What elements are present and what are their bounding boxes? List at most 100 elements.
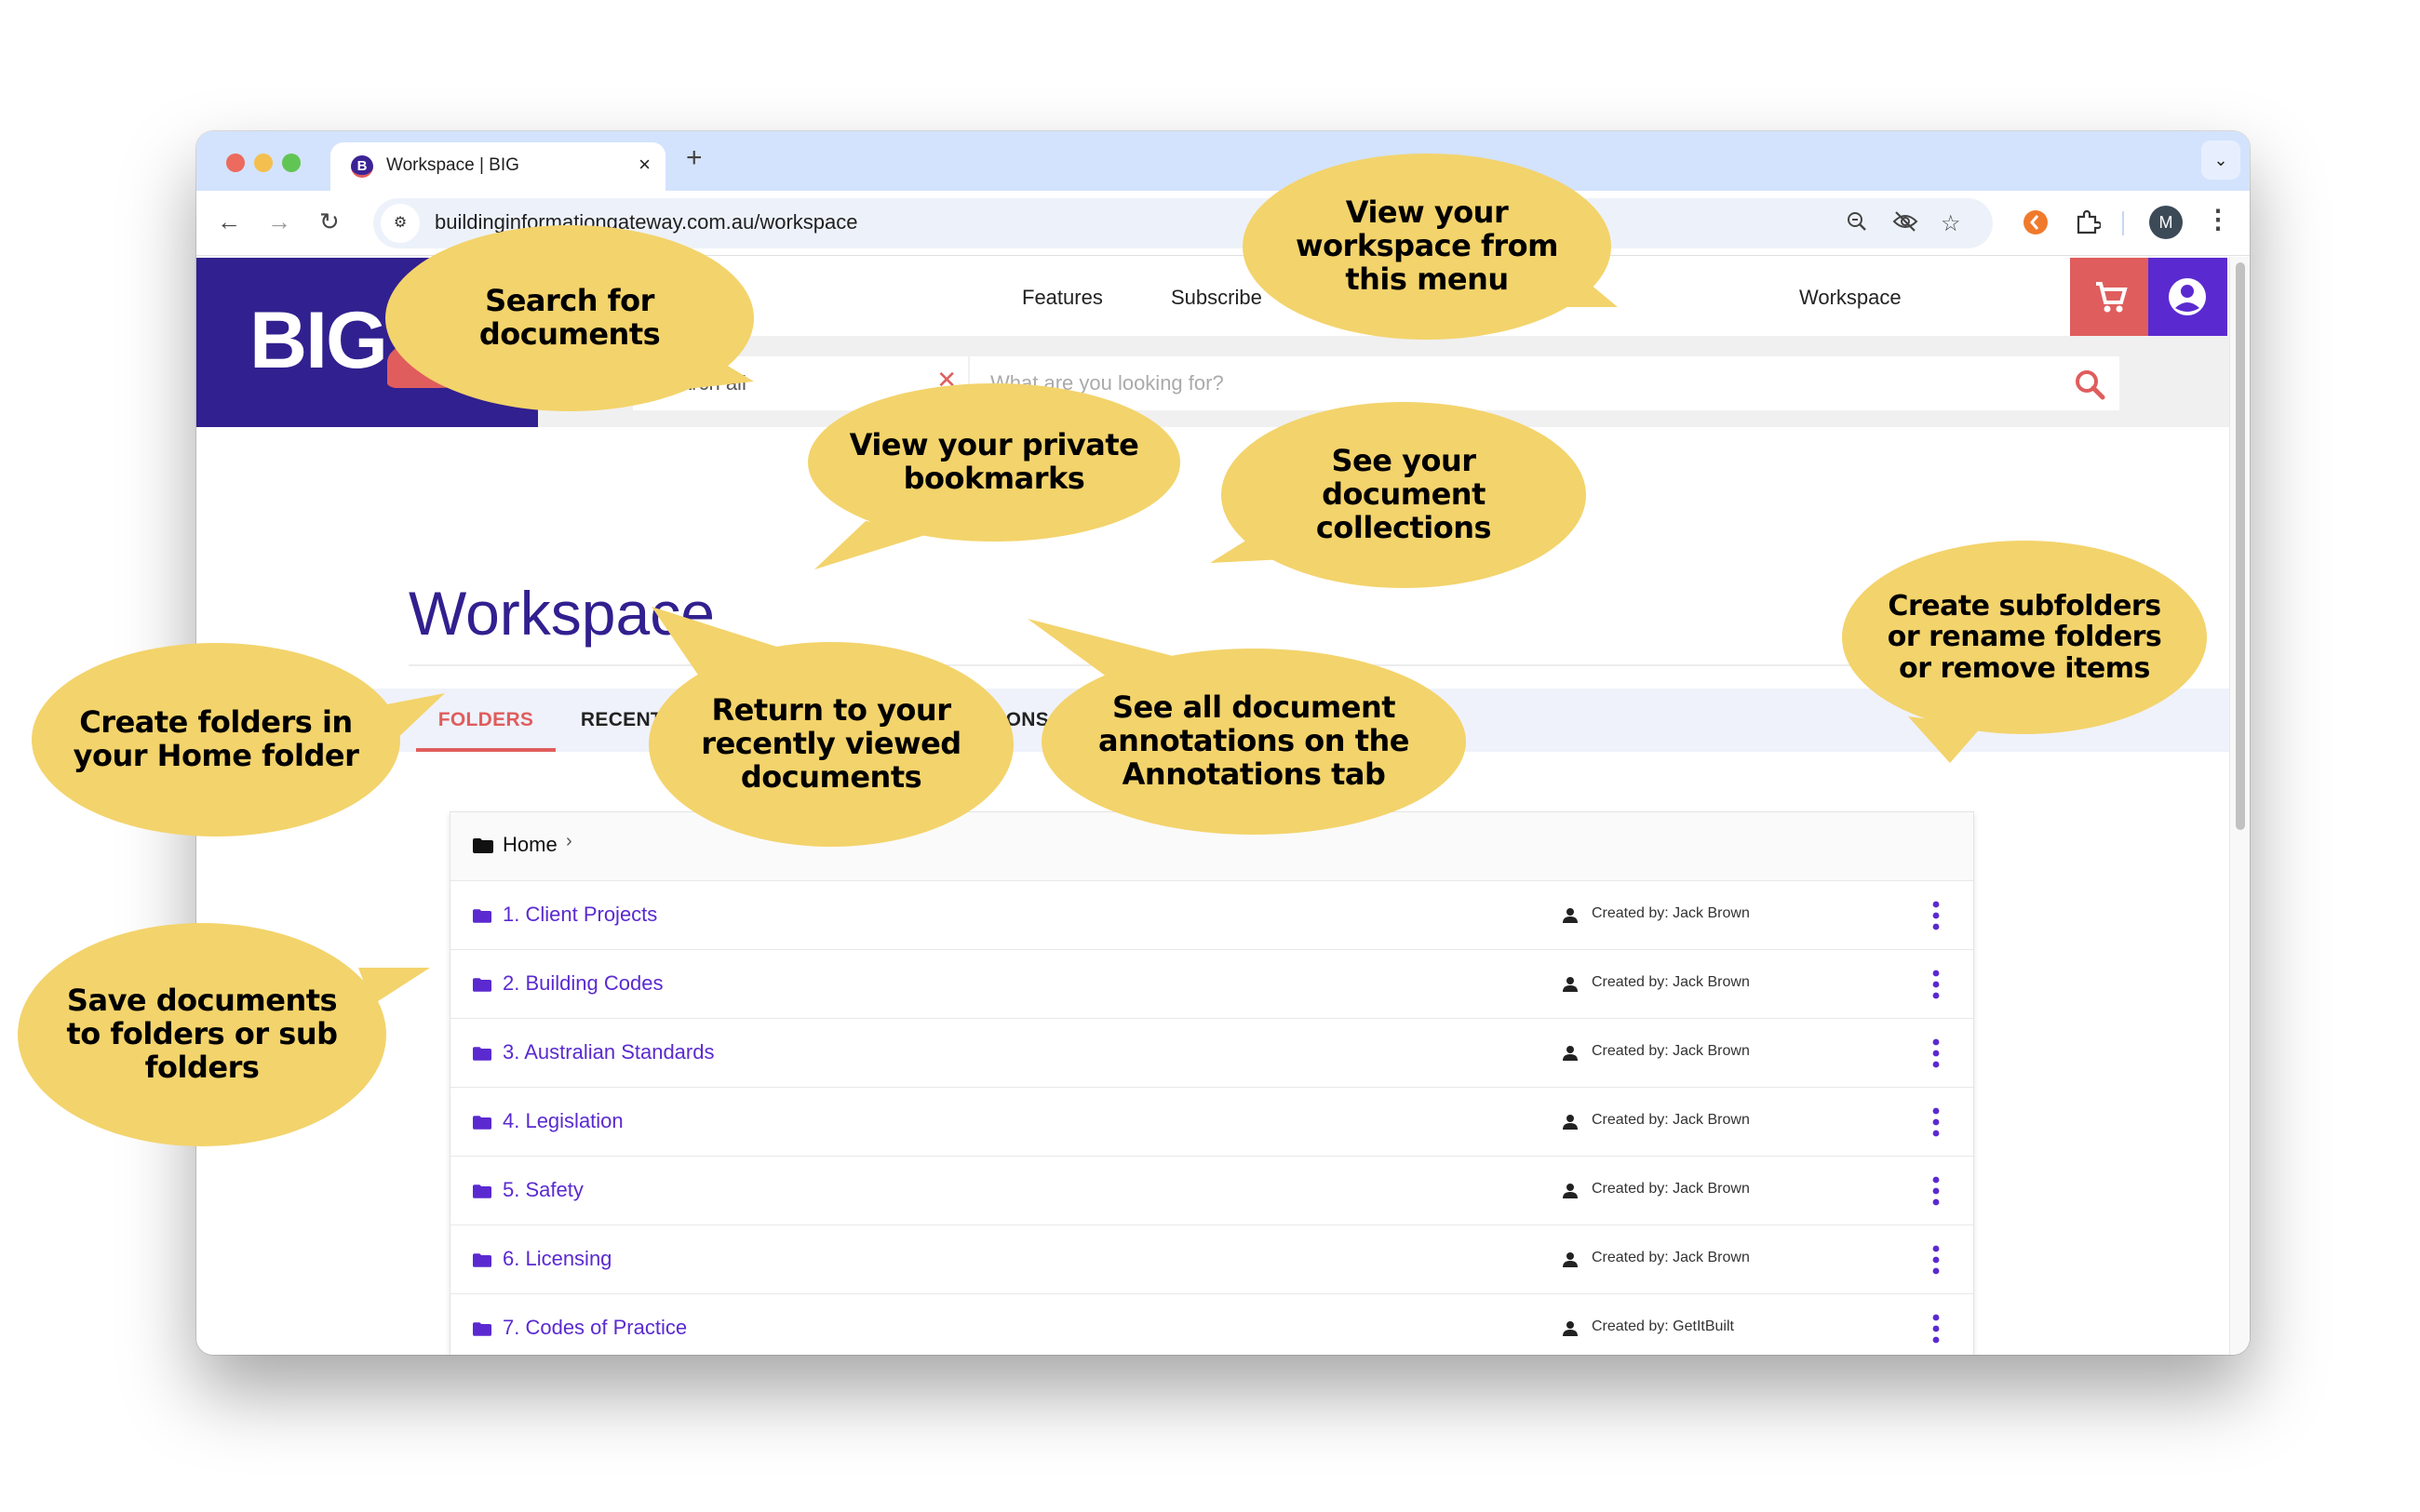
folder-icon (473, 1322, 491, 1336)
zoom-out-icon[interactable] (1846, 210, 1868, 239)
nav-features[interactable]: Features (1022, 286, 1103, 310)
page-scrollbar[interactable] (2229, 257, 2250, 1355)
folder-name[interactable]: 7. Codes of Practice (503, 1316, 687, 1340)
site-header: Features Subscribe Library Workspace (538, 258, 2229, 336)
person-icon (1563, 1184, 1578, 1198)
folder-icon (473, 978, 491, 992)
toolbar-separator (2122, 211, 2124, 235)
eye-slash-icon[interactable] (1892, 210, 1918, 239)
nav-subscribe[interactable]: Subscribe (1171, 286, 1262, 310)
folder-name[interactable]: 5. Safety (503, 1178, 584, 1202)
person-icon (1563, 1321, 1578, 1336)
created-by: Created by: GetItBuilt (1592, 1318, 1734, 1334)
folder-name[interactable]: 2. Building Codes (503, 971, 663, 996)
back-arrow-icon[interactable]: ← (217, 207, 241, 235)
folder-icon (473, 1253, 491, 1267)
search-field[interactable] (970, 356, 2119, 410)
cart-icon (2096, 282, 2128, 313)
workspace-tabs: FOLDERS RECENT BOOKMARKS ANNOTATIONS COL… (196, 689, 2229, 752)
logo-text: BIG (249, 296, 388, 385)
created-by: Created by: Jack Brown (1592, 1250, 1750, 1265)
site-favicon-icon: B (351, 155, 373, 178)
more-options-icon[interactable] (1925, 1173, 1947, 1209)
reload-icon[interactable]: ↻ (319, 207, 340, 235)
folder-row[interactable]: 1. Client Projects Created by: Jack Brown (450, 881, 1973, 950)
browser-toolbar: ← → ↻ ⚙ buildinginformationgateway.com.a… (196, 191, 2250, 256)
bookmark-star-icon[interactable]: ☆ (1941, 210, 1961, 237)
more-options-icon[interactable] (1925, 967, 1947, 1002)
search-scope-label: Search all (655, 371, 746, 395)
site-logo[interactable]: BIG (196, 258, 538, 427)
scrollbar-thumb[interactable] (2236, 262, 2245, 830)
breadcrumb: Home › (450, 812, 1973, 881)
tab-folders[interactable]: FOLDERS (416, 689, 556, 752)
folder-name[interactable]: 6. Licensing (503, 1247, 612, 1271)
person-icon (1563, 908, 1578, 923)
person-icon (1563, 1115, 1578, 1130)
page-title: Workspace (409, 579, 715, 648)
tab-search-chevron-icon[interactable]: ⌄ (2201, 140, 2240, 180)
window-maximize-button[interactable] (282, 154, 301, 172)
folder-row[interactable]: 7. Codes of Practice Created by: GetItBui… (450, 1294, 1973, 1355)
tab-recent[interactable]: RECENT (571, 689, 673, 752)
created-by: Created by: Jack Brown (1592, 1043, 1750, 1059)
address-bar[interactable]: ⚙ buildinginformationgateway.com.au/work… (373, 198, 1993, 248)
forward-arrow-icon[interactable]: → (267, 207, 291, 235)
folder-row[interactable]: 4. Legislation Created by: Jack Brown (450, 1088, 1973, 1157)
more-options-icon[interactable] (1925, 1242, 1947, 1278)
site-info-icon[interactable]: ⚙ (381, 204, 420, 243)
person-icon (1563, 1252, 1578, 1267)
window-minimize-button[interactable] (254, 154, 273, 172)
tab-collections[interactable]: COLLECTIONS (1079, 689, 1267, 752)
more-options-icon[interactable] (1925, 1104, 1947, 1140)
folder-icon (473, 1047, 491, 1061)
breadcrumb-home[interactable]: Home (503, 833, 558, 857)
folder-row[interactable]: 5. Safety Created by: Jack Brown (450, 1157, 1973, 1225)
folder-row[interactable]: 3. Australian Standards Created by: Jack … (450, 1019, 1973, 1088)
title-divider (409, 664, 2075, 666)
more-options-icon[interactable] (1925, 1311, 1947, 1346)
person-icon (1563, 977, 1578, 992)
created-by: Created by: Jack Brown (1592, 1112, 1750, 1128)
folder-row[interactable]: 2. Building Codes Created by: Jack Brown (450, 950, 1973, 1019)
window-close-button[interactable] (226, 154, 245, 172)
more-options-icon[interactable] (1925, 1036, 1947, 1071)
extensions-puzzle-icon[interactable] (2075, 209, 2103, 240)
folder-icon (473, 1184, 491, 1198)
profile-avatar[interactable]: M (2149, 206, 2183, 239)
clear-scope-icon[interactable]: ✕ (936, 366, 957, 395)
folder-icon (473, 909, 491, 923)
browser-tab-workspace[interactable]: B Workspace | BIG × (330, 142, 666, 191)
browser-tab-title: Workspace | BIG (386, 155, 519, 175)
folder-name[interactable]: 4. Legislation (503, 1109, 624, 1133)
folder-row[interactable]: 6. Licensing Created by: Jack Brown (450, 1225, 1973, 1294)
browser-window: B Workspace | BIG × + ⌄ ← → ↻ ⚙ building… (196, 131, 2250, 1355)
search-band: Search all ✕ (538, 336, 2229, 427)
more-options-icon[interactable] (1925, 898, 1947, 933)
search-scope-dropdown[interactable]: Search all ✕ (633, 356, 968, 410)
browser-tab-bar: B Workspace | BIG × + ⌄ (196, 131, 2250, 191)
created-by: Created by: Jack Brown (1592, 1181, 1750, 1197)
chevron-right-icon: › (566, 831, 572, 851)
folder-name[interactable]: 3. Australian Standards (503, 1040, 714, 1064)
folder-icon (473, 838, 493, 853)
browser-menu-icon[interactable]: ⋮ (2205, 204, 2231, 234)
page-viewport: BIG Features Subscribe Library Workspace… (196, 257, 2250, 1355)
nav-workspace[interactable]: Workspace (1799, 286, 1902, 310)
tab-annotations[interactable]: ANNOTATIONS (880, 689, 1075, 752)
extension-orange-icon[interactable] (2023, 209, 2049, 240)
url-text[interactable]: buildinginformationgateway.com.au/worksp… (435, 210, 858, 234)
tab-bookmarks[interactable]: BOOKMARKS (699, 689, 876, 752)
search-input[interactable] (970, 356, 2119, 410)
tab-close-icon[interactable]: × (639, 153, 651, 177)
folder-icon (473, 1116, 491, 1130)
folder-name[interactable]: 1. Client Projects (503, 903, 657, 927)
search-icon (2076, 370, 2105, 400)
person-icon (1563, 1046, 1578, 1061)
cart-button[interactable] (2070, 258, 2148, 336)
search-button[interactable] (2073, 368, 2106, 401)
account-button[interactable] (2148, 258, 2227, 336)
new-tab-button[interactable]: + (686, 144, 703, 172)
nav-library[interactable]: Library (1299, 286, 1362, 310)
logo-speech-bubble-icon (387, 337, 490, 388)
